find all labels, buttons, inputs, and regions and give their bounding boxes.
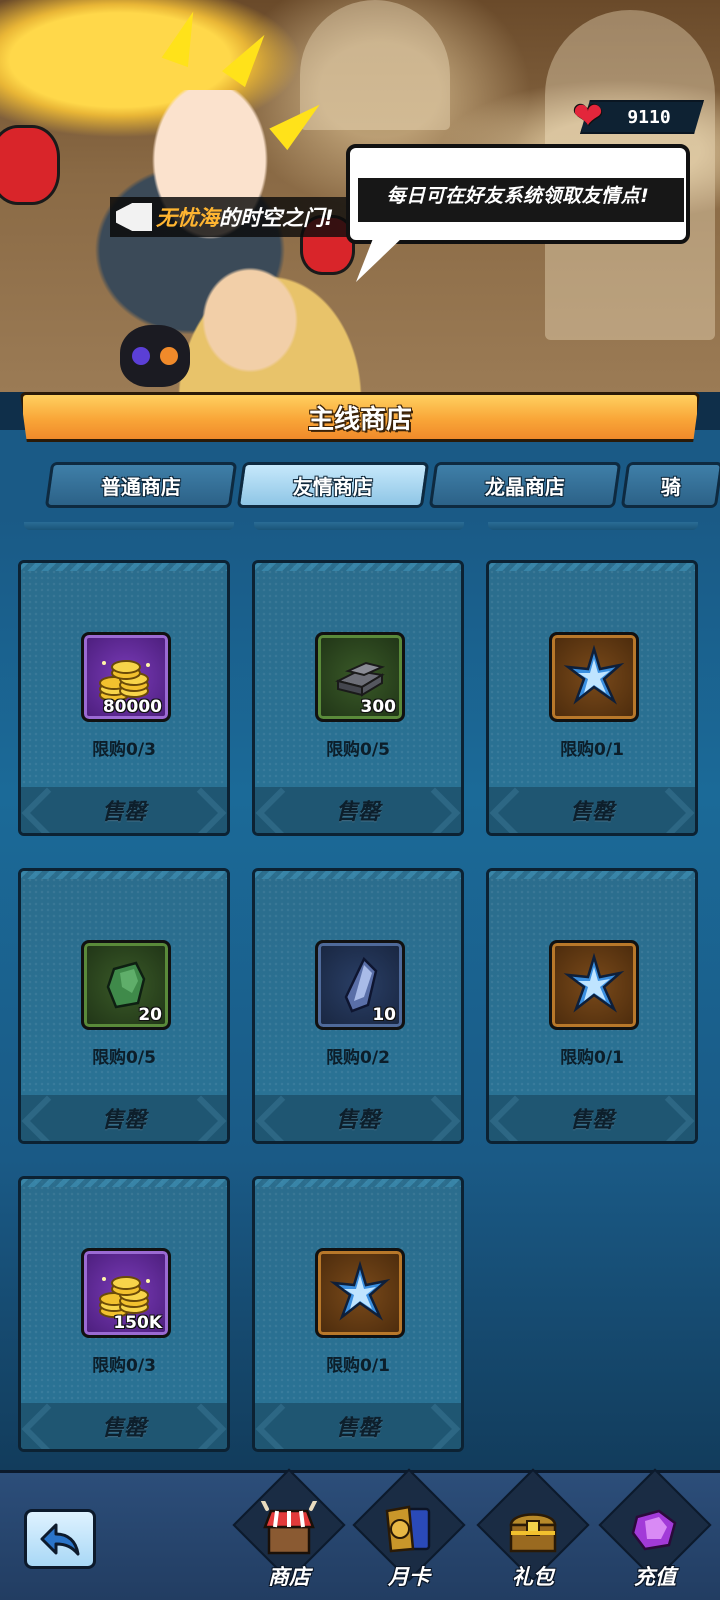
iron-ingot-icon: 300 <box>315 632 405 722</box>
nav-label: 充值 <box>634 1565 676 1589</box>
back-arrow-icon <box>40 1523 80 1556</box>
purchase-limit: 限购0/5 <box>92 1048 156 1068</box>
nav-label: 商店 <box>268 1565 310 1589</box>
gold-coins-icon: 80000 <box>81 632 171 722</box>
speech-bubble: 每日可在好友系统领取友情点! <box>346 144 690 244</box>
gold-coins-icon: 150K <box>81 1248 171 1338</box>
black-cat-mascot <box>120 325 190 387</box>
shop-item-card[interactable]: 300 限购0/5 售罄 <box>252 560 464 836</box>
item-quantity: 20 <box>138 1005 162 1025</box>
shop-item-card[interactable]: 150K 限购0/3 售罄 <box>18 1176 230 1452</box>
item-quantity: 300 <box>360 697 397 717</box>
megaphone-icon <box>116 203 152 231</box>
shop-title-bar: 主线商店 <box>20 392 700 442</box>
announcement-highlight: 无忧海 <box>156 206 219 230</box>
shop-item-card[interactable]: 80000 限购0/3 售罄 <box>18 560 230 836</box>
shop-item-card[interactable]: 限购0/1 售罄 <box>252 1176 464 1452</box>
purchase-limit: 限购0/3 <box>92 740 156 760</box>
tab-shadow <box>254 522 464 530</box>
speech-bubble-text: 每日可在好友系统领取友情点! <box>386 184 650 207</box>
purchase-limit: 限购0/1 <box>560 1048 624 1068</box>
sold-out-button[interactable]: 售罄 <box>489 1095 695 1141</box>
nav-gift-pack[interactable]: 礼包 <box>476 1468 590 1597</box>
item-quantity: 150K <box>113 1313 162 1333</box>
sold-out-label: 售罄 <box>335 1416 380 1441</box>
treasure-chest-icon <box>503 1501 563 1557</box>
heart-icon: ❤ <box>572 96 604 137</box>
shop-item-card[interactable]: 限购0/1 售罄 <box>486 560 698 836</box>
sold-out-label: 售罄 <box>569 800 614 825</box>
shop-stall-icon <box>259 1501 319 1557</box>
purchase-limit: 限购0/2 <box>326 1048 390 1068</box>
tab-label: 龙晶商店 <box>485 474 565 499</box>
sold-out-button[interactable]: 售罄 <box>21 787 227 833</box>
blue-ore-icon: 10 <box>315 940 405 1030</box>
blue-crystal-star-icon <box>332 1263 388 1319</box>
item-quantity: 80000 <box>102 697 162 717</box>
tab-dragon-crystal-shop[interactable]: 龙晶商店 <box>428 462 622 508</box>
tab-normal-shop[interactable]: 普通商店 <box>44 462 238 508</box>
sold-out-label: 售罄 <box>335 800 380 825</box>
sold-out-button[interactable]: 售罄 <box>255 1403 461 1449</box>
shop-tabs: 普通商店 友情商店 龙晶商店 骑 <box>0 462 720 510</box>
green-ore-icon: 20 <box>81 940 171 1030</box>
blue-crystal-star-icon <box>549 940 639 1030</box>
card-trim <box>255 563 461 571</box>
card-trim <box>21 871 227 879</box>
tab-label: 普通商店 <box>101 474 181 499</box>
item-quantity: 10 <box>372 1005 396 1025</box>
blue-crystal-star-icon <box>566 647 622 703</box>
sold-out-button[interactable]: 售罄 <box>21 1403 227 1449</box>
currency-value: 9110 <box>627 106 671 128</box>
blue-crystal-star-icon <box>315 1248 405 1338</box>
shop-item-card[interactable]: 10 限购0/2 售罄 <box>252 868 464 1144</box>
hero-banner: 无忧海 的时空之门! 每日可在好友系统领取友情点! ❤ 9110 <box>0 0 720 392</box>
nav-recharge[interactable]: 充值 <box>598 1468 712 1597</box>
card-trim <box>21 563 227 571</box>
blue-crystal-star-icon <box>549 632 639 722</box>
tab-knight-shop[interactable]: 骑 <box>620 462 720 508</box>
tab-friendship-shop[interactable]: 友情商店 <box>236 462 430 508</box>
sold-out-button[interactable]: 售罄 <box>255 1095 461 1141</box>
shop-item-card[interactable]: 限购0/1 售罄 <box>486 868 698 1144</box>
card-trim <box>255 871 461 879</box>
purchase-limit: 限购0/5 <box>326 740 390 760</box>
tab-label: 友情商店 <box>293 474 373 499</box>
bottom-navigation: 商店 月卡 礼包 充值 <box>0 1468 720 1600</box>
sold-out-button[interactable]: 售罄 <box>255 787 461 833</box>
tab-shadow <box>24 522 234 530</box>
back-button[interactable] <box>24 1509 96 1569</box>
purchase-limit: 限购0/3 <box>92 1356 156 1376</box>
sold-out-label: 售罄 <box>569 1108 614 1133</box>
sold-out-label: 售罄 <box>101 1416 146 1441</box>
sold-out-label: 售罄 <box>101 800 146 825</box>
card-trim <box>255 1179 461 1187</box>
card-trim <box>489 871 695 879</box>
month-card-icon <box>379 1501 439 1557</box>
nav-month-card[interactable]: 月卡 <box>352 1468 466 1597</box>
shop-title: 主线商店 <box>307 404 412 435</box>
sold-out-label: 售罄 <box>335 1108 380 1133</box>
nav-label: 月卡 <box>388 1565 430 1589</box>
character-glove <box>0 125 60 205</box>
purchase-limit: 限购0/1 <box>326 1356 390 1376</box>
nav-label: 礼包 <box>512 1565 554 1589</box>
purchase-limit: 限购0/1 <box>560 740 624 760</box>
sold-out-button[interactable]: 售罄 <box>489 787 695 833</box>
sold-out-label: 售罄 <box>101 1108 146 1133</box>
cat-eye <box>132 347 150 365</box>
cat-eye <box>160 347 178 365</box>
tab-label: 骑 <box>661 474 681 499</box>
shop-item-card[interactable]: 20 限购0/5 售罄 <box>18 868 230 1144</box>
nav-shop[interactable]: 商店 <box>232 1468 346 1597</box>
purple-gem-icon <box>625 1501 685 1557</box>
announcement-text: 的时空之门! <box>219 206 334 230</box>
card-trim <box>489 563 695 571</box>
tab-shadow <box>488 522 698 530</box>
card-trim <box>21 1179 227 1187</box>
blue-crystal-star-icon <box>566 955 622 1011</box>
sold-out-button[interactable]: 售罄 <box>21 1095 227 1141</box>
